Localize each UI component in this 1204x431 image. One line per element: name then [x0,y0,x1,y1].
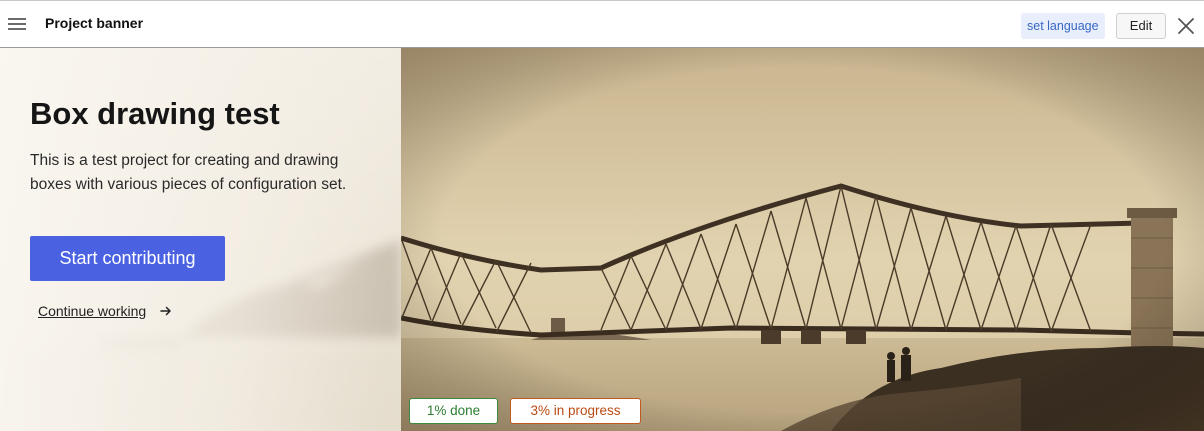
percent-in-progress-badge: 3% in progress [510,398,641,424]
start-contributing-button[interactable]: Start contributing [30,236,225,281]
project-banner: Box drawing test This is a test project … [0,48,1204,431]
continue-working-label: Continue working [38,303,147,319]
percent-done-badge: 1% done [409,398,498,424]
arrow-right-icon [160,304,172,320]
project-banner-header: Project banner set language Edit [0,0,1204,48]
continue-working-link[interactable]: Continue working [38,303,172,320]
banner-text-panel: Box drawing test This is a test project … [0,48,401,431]
set-language-button[interactable]: set language [1021,13,1105,39]
close-icon[interactable] [1177,17,1195,35]
hamburger-icon[interactable] [8,17,26,31]
edit-button[interactable]: Edit [1116,13,1166,39]
project-description: This is a test project for creating and … [30,152,347,193]
header-title: Project banner [45,15,144,31]
bridge-photo [401,48,1204,431]
project-title: Box drawing test [30,96,280,131]
